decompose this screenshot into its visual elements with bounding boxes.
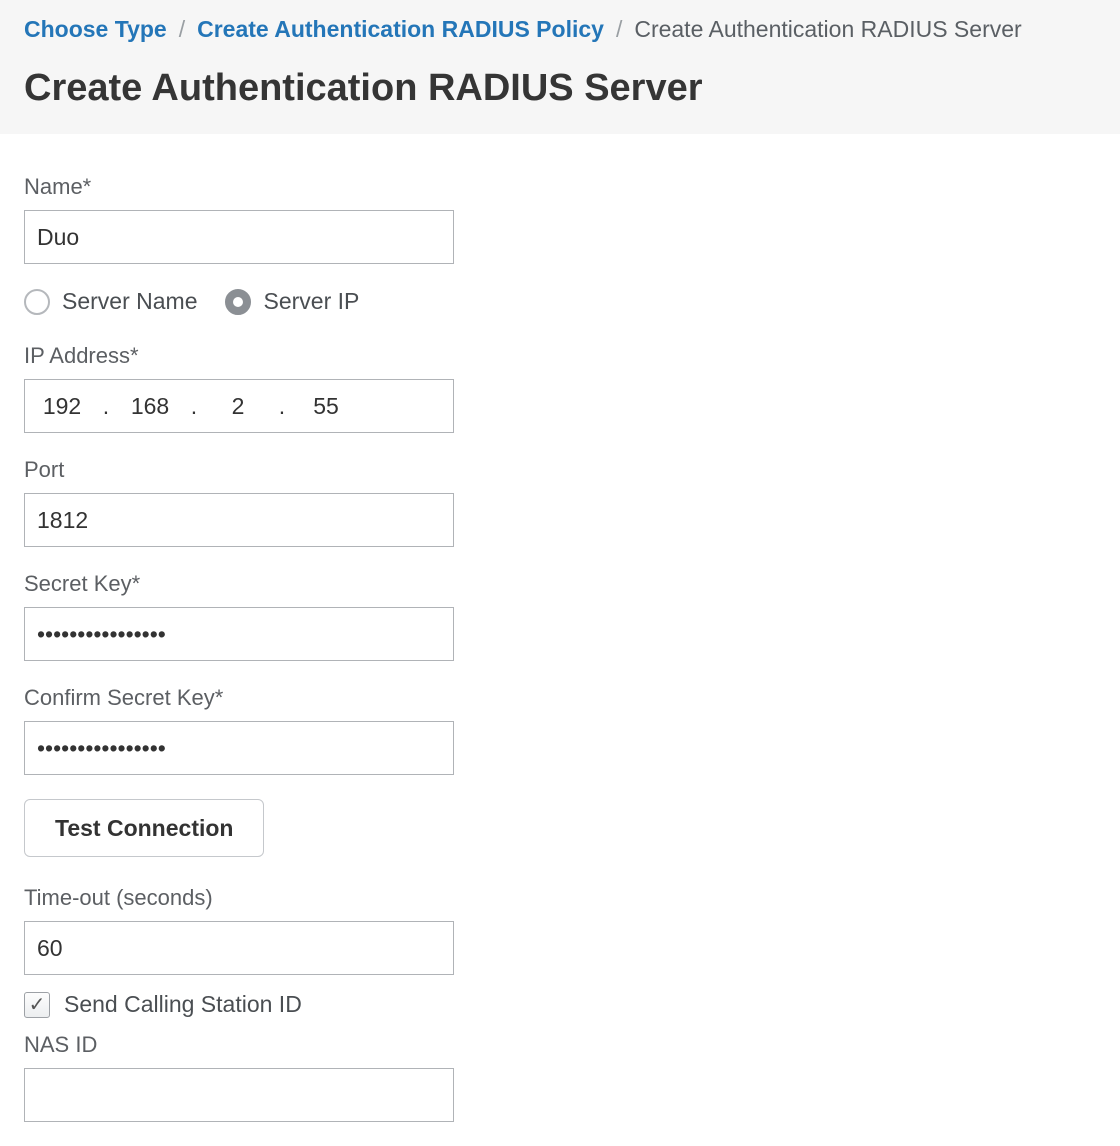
field-nas-id: NAS ID: [24, 1032, 454, 1122]
server-mode-group: Server Name Server IP: [24, 288, 1096, 315]
field-confirm-secret: Confirm Secret Key*: [24, 685, 454, 775]
calling-station-row: Send Calling Station ID: [24, 991, 1096, 1018]
breadcrumb-link-policy[interactable]: Create Authentication RADIUS Policy: [197, 16, 604, 43]
confirm-secret-input[interactable]: [24, 721, 454, 775]
test-connection-button[interactable]: Test Connection: [24, 799, 264, 857]
radio-label-server-name: Server Name: [62, 288, 197, 315]
field-ip: IP Address* . . .: [24, 343, 454, 433]
nas-id-input[interactable]: [24, 1068, 454, 1122]
radio-icon: [24, 289, 50, 315]
timeout-label: Time-out (seconds): [24, 885, 454, 911]
port-label: Port: [24, 457, 454, 483]
breadcrumb-link-choose-type[interactable]: Choose Type: [24, 16, 167, 43]
ip-octet-4[interactable]: [291, 392, 361, 421]
breadcrumb-current: Create Authentication RADIUS Server: [634, 16, 1021, 43]
ip-octet-2[interactable]: [115, 392, 185, 421]
field-secret: Secret Key*: [24, 571, 454, 661]
calling-station-label: Send Calling Station ID: [64, 991, 302, 1018]
radio-server-ip[interactable]: Server IP: [225, 288, 359, 315]
ip-input[interactable]: . . .: [24, 379, 454, 433]
name-label: Name*: [24, 174, 454, 200]
secret-input[interactable]: [24, 607, 454, 661]
radio-icon: [225, 289, 251, 315]
nas-id-label: NAS ID: [24, 1032, 454, 1058]
port-input[interactable]: [24, 493, 454, 547]
form-region: Name* Server Name Server IP IP Address* …: [0, 134, 1120, 1146]
ip-label: IP Address*: [24, 343, 454, 369]
calling-station-checkbox[interactable]: [24, 992, 50, 1018]
dot-icon: .: [97, 393, 115, 420]
field-timeout: Time-out (seconds): [24, 885, 454, 975]
dot-icon: .: [185, 393, 203, 420]
breadcrumb-separator-icon: /: [616, 16, 622, 43]
dot-icon: .: [273, 393, 291, 420]
timeout-input[interactable]: [24, 921, 454, 975]
confirm-secret-label: Confirm Secret Key*: [24, 685, 454, 711]
header-region: Choose Type / Create Authentication RADI…: [0, 0, 1120, 134]
breadcrumb-separator-icon: /: [179, 16, 185, 43]
field-name: Name*: [24, 174, 454, 264]
ip-octet-1[interactable]: [27, 392, 97, 421]
field-port: Port: [24, 457, 454, 547]
secret-label: Secret Key*: [24, 571, 454, 597]
name-input[interactable]: [24, 210, 454, 264]
breadcrumb: Choose Type / Create Authentication RADI…: [24, 16, 1096, 43]
ip-octet-3[interactable]: [203, 392, 273, 421]
radio-server-name[interactable]: Server Name: [24, 288, 197, 315]
radio-label-server-ip: Server IP: [263, 288, 359, 315]
page-title: Create Authentication RADIUS Server: [24, 67, 1096, 110]
